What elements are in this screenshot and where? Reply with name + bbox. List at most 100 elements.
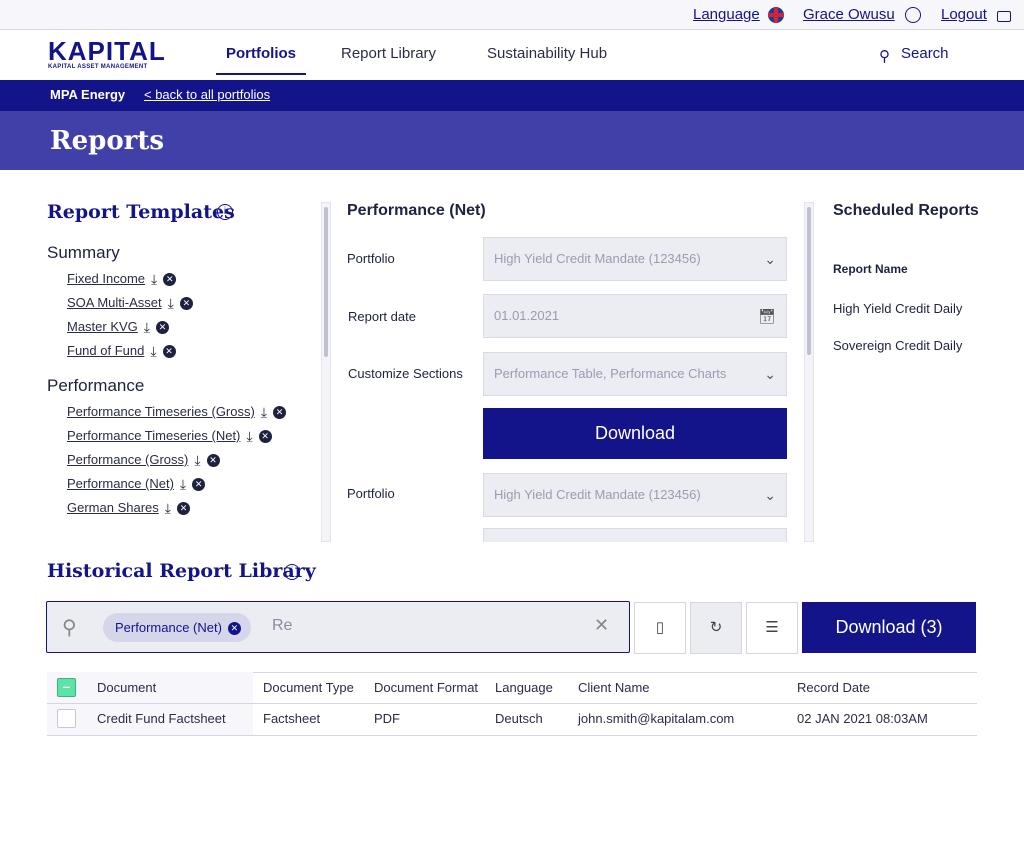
language-link[interactable]: Language bbox=[693, 6, 760, 23]
download-icon[interactable]: ⤓ bbox=[151, 271, 157, 288]
portfolio2-value: High Yield Credit Mandate (123456) bbox=[494, 487, 701, 502]
template-link[interactable]: Performance (Gross) bbox=[67, 452, 188, 467]
col-client-name[interactable]: Client Name bbox=[578, 680, 650, 695]
download-icon[interactable]: ⤓ bbox=[246, 428, 252, 445]
remove-icon[interactable]: ✕ bbox=[273, 406, 287, 420]
refresh-button[interactable]: ↻ bbox=[690, 602, 742, 654]
nav-search[interactable]: Search bbox=[901, 45, 949, 62]
remove-icon[interactable]: ✕ bbox=[176, 502, 190, 516]
col-document-format[interactable]: Document Format bbox=[374, 680, 478, 695]
remove-icon[interactable]: ✕ bbox=[156, 321, 169, 335]
template-link[interactable]: Master KVG bbox=[67, 319, 138, 334]
search-icon[interactable]: ⚲ bbox=[879, 47, 890, 65]
col-record-date[interactable]: Record Date bbox=[797, 680, 870, 695]
cell-document[interactable]: Credit Fund Factsheet bbox=[97, 711, 226, 726]
info-icon[interactable]: i bbox=[284, 564, 300, 580]
history-title: Historical Report Library bbox=[47, 560, 316, 582]
template-link[interactable]: Performance Timeseries (Gross) bbox=[67, 404, 255, 419]
row-checkbox[interactable] bbox=[57, 709, 76, 728]
uk-flag-icon bbox=[768, 7, 784, 23]
remove-icon[interactable]: ✕ bbox=[206, 454, 220, 468]
template-item: Fixed Income ⤓ ✕ bbox=[67, 271, 317, 295]
portfolio-label: Portfolio bbox=[347, 251, 395, 266]
chevron-down-icon: ⌄ bbox=[764, 366, 776, 382]
template-link[interactable]: Fixed Income bbox=[67, 271, 145, 286]
template-item: Performance Timeseries (Net) ⤓ ✕ bbox=[67, 428, 317, 452]
lock-icon bbox=[997, 11, 1011, 22]
scheduled-item[interactable]: Sovereign Credit Daily bbox=[833, 338, 962, 353]
scheduled-item[interactable]: High Yield Credit Daily bbox=[833, 301, 962, 316]
search-query[interactable]: Re bbox=[272, 617, 292, 635]
remove-icon[interactable]: ✕ bbox=[258, 430, 272, 444]
calendar-filter-button[interactable]: ▯ bbox=[634, 602, 686, 654]
download-icon[interactable]: ⤓ bbox=[168, 295, 174, 312]
sections-select[interactable]: Performance Table, Performance Charts ⌄ bbox=[483, 352, 787, 396]
template-item: German Shares ⤓ ✕ bbox=[67, 500, 317, 524]
download-icon[interactable]: ⤓ bbox=[180, 476, 186, 493]
form-title: Performance (Net) bbox=[347, 202, 486, 219]
portfolio-select[interactable]: High Yield Credit Mandate (123456) ⌄ bbox=[483, 237, 787, 281]
cell-date: 02 JAN 2021 08:03AM bbox=[797, 711, 928, 726]
info-icon[interactable]: i bbox=[217, 204, 233, 220]
nav-sustainability-hub[interactable]: Sustainability Hub bbox=[487, 45, 607, 62]
chevron-down-icon: ⌄ bbox=[764, 487, 776, 503]
download-icon[interactable]: ⤓ bbox=[165, 500, 171, 517]
logo[interactable]: KAPITAL KAPITAL ASSET MANAGEMENT bbox=[48, 38, 166, 70]
portfolio-value: High Yield Credit Mandate (123456) bbox=[494, 251, 701, 266]
date-label: Report date bbox=[348, 309, 416, 324]
scheduled-title: Scheduled Reports bbox=[833, 202, 979, 219]
templates-title: Report Templates bbox=[47, 201, 235, 223]
templates-scrollbar[interactable] bbox=[321, 202, 331, 542]
date-input[interactable]: 01.01.2021 📅︎ bbox=[483, 294, 787, 338]
user-link[interactable]: Grace Owusu bbox=[803, 6, 895, 23]
clear-icon[interactable]: ✕ bbox=[594, 615, 609, 636]
form-scrollbar[interactable] bbox=[804, 202, 814, 542]
template-item: Master KVG ⤓ ✕ bbox=[67, 319, 317, 343]
download-button[interactable]: Download bbox=[483, 408, 787, 459]
chip-label: Performance (Net) bbox=[115, 620, 222, 635]
remove-icon[interactable]: ✕ bbox=[163, 273, 177, 287]
template-item: SOA Multi-Asset ⤓ ✕ bbox=[67, 295, 317, 319]
search-icon: ⚲ bbox=[62, 617, 77, 639]
chevron-down-icon: ⌄ bbox=[764, 251, 776, 267]
row-divider bbox=[47, 735, 977, 736]
template-item: Performance (Gross) ⤓ ✕ bbox=[67, 452, 317, 476]
template-link[interactable]: SOA Multi-Asset bbox=[67, 295, 162, 310]
chip-remove-icon[interactable]: ✕ bbox=[227, 622, 241, 636]
next-field[interactable] bbox=[483, 528, 787, 542]
template-item: Performance Timeseries (Gross) ⤓ ✕ bbox=[67, 404, 317, 428]
cell-format: PDF bbox=[374, 711, 400, 726]
list-view-button[interactable]: ☰ bbox=[746, 602, 798, 654]
col-language[interactable]: Language bbox=[495, 680, 553, 695]
download-icon[interactable]: ⤓ bbox=[194, 452, 200, 469]
active-tab-indicator bbox=[216, 73, 306, 75]
download-icon[interactable]: ⤓ bbox=[150, 343, 156, 360]
logout-link[interactable]: Logout bbox=[941, 6, 987, 23]
template-link[interactable]: Performance Timeseries (Net) bbox=[67, 428, 240, 443]
bulk-download-button[interactable]: Download (3) bbox=[802, 602, 976, 653]
remove-icon[interactable]: ✕ bbox=[179, 297, 193, 311]
template-link[interactable]: German Shares bbox=[67, 500, 159, 515]
page-title: Reports bbox=[50, 126, 165, 156]
col-document[interactable]: Document bbox=[97, 680, 156, 695]
portfolio2-label: Portfolio bbox=[347, 486, 395, 501]
template-link[interactable]: Performance (Net) bbox=[67, 476, 174, 491]
template-link[interactable]: Fund of Fund bbox=[67, 343, 144, 358]
cell-language: Deutsch bbox=[495, 711, 543, 726]
download-icon[interactable]: ⤓ bbox=[144, 319, 150, 336]
download-icon[interactable]: ⤓ bbox=[261, 404, 267, 421]
remove-icon[interactable]: ✕ bbox=[162, 345, 176, 359]
remove-icon[interactable]: ✕ bbox=[192, 478, 206, 492]
calendar-icon[interactable]: 📅︎ bbox=[758, 295, 776, 337]
back-link[interactable]: < back to all portfolios bbox=[144, 87, 270, 102]
col-document-type[interactable]: Document Type bbox=[263, 680, 354, 695]
portfolio2-select[interactable]: High Yield Credit Mandate (123456) ⌄ bbox=[483, 473, 787, 517]
select-all-checkbox[interactable]: – bbox=[57, 678, 76, 697]
nav-report-library[interactable]: Report Library bbox=[341, 45, 436, 62]
template-group-title: Performance bbox=[47, 376, 145, 395]
nav-portfolios[interactable]: Portfolios bbox=[226, 45, 296, 62]
sections-value: Performance Table, Performance Charts bbox=[494, 366, 727, 381]
template-list: Summary Fixed Income ⤓ ✕ SOA Multi-Asset ⤓ ✕ Ma… bbox=[47, 243, 317, 524]
user-icon bbox=[905, 7, 921, 23]
template-item: Performance (Net) ⤓ ✕ bbox=[67, 476, 317, 500]
